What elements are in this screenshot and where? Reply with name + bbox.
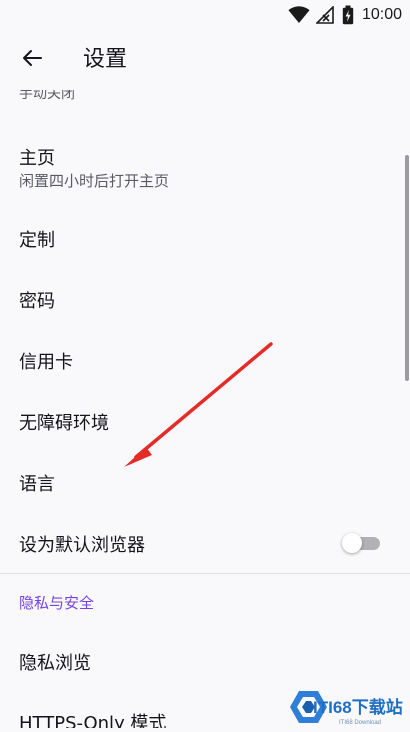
section-header-privacy: 隐私与安全: [19, 594, 95, 612]
signal-icon: [315, 6, 334, 24]
settings-item-homepage[interactable]: 主页 闲置四小时后打开主页: [0, 130, 410, 190]
back-arrow-icon: [20, 46, 44, 74]
settings-item-accessibility[interactable]: 无障碍环境: [0, 391, 410, 451]
watermark-sub: ITI68 Download: [339, 720, 381, 726]
settings-item-title: HTTPS-Only 模式: [19, 713, 167, 728]
watermark-logo: ITI68下载站 ITI68 Download: [285, 686, 409, 728]
settings-item-credit-cards[interactable]: 信用卡: [0, 330, 410, 390]
settings-item-title: 主页: [19, 148, 55, 169]
toggle-thumb: [342, 533, 362, 553]
wifi-icon: [288, 6, 310, 24]
page-title: 设置: [83, 47, 128, 72]
settings-item-title: 语言: [19, 474, 55, 495]
section-divider: [0, 573, 410, 574]
settings-item-passwords[interactable]: 密码: [0, 269, 410, 329]
settings-item-title: 无障碍环境: [19, 413, 109, 434]
settings-item-summary: 闲置四小时后打开主页: [19, 172, 170, 190]
battery-icon: [342, 5, 354, 25]
settings-list[interactable]: 手动关闭 主页 闲置四小时后打开主页 定制 密码 信用卡 无障碍环境 语言 设为…: [0, 90, 410, 728]
back-button[interactable]: [10, 36, 54, 84]
watermark-brand: ITI68下载站: [313, 697, 403, 717]
settings-item-title: 设为默认浏览器: [19, 535, 145, 556]
status-icons: 10:00: [288, 4, 402, 26]
toolbar: 设置: [0, 30, 410, 90]
partial-item-summary: 手动关闭: [19, 90, 75, 102]
settings-item-title: 隐私浏览: [19, 653, 91, 674]
settings-item-title: 信用卡: [19, 352, 73, 373]
settings-item-private-browsing[interactable]: 隐私浏览: [0, 630, 410, 690]
default-browser-toggle[interactable]: [342, 533, 380, 553]
status-bar: 10:00: [0, 0, 410, 30]
settings-item-title: 密码: [19, 291, 55, 312]
status-time: 10:00: [361, 6, 402, 23]
scrollbar[interactable]: [405, 155, 409, 381]
settings-item-language[interactable]: 语言: [0, 452, 410, 512]
settings-item-title: 定制: [19, 230, 55, 251]
settings-item-customize[interactable]: 定制: [0, 208, 410, 268]
